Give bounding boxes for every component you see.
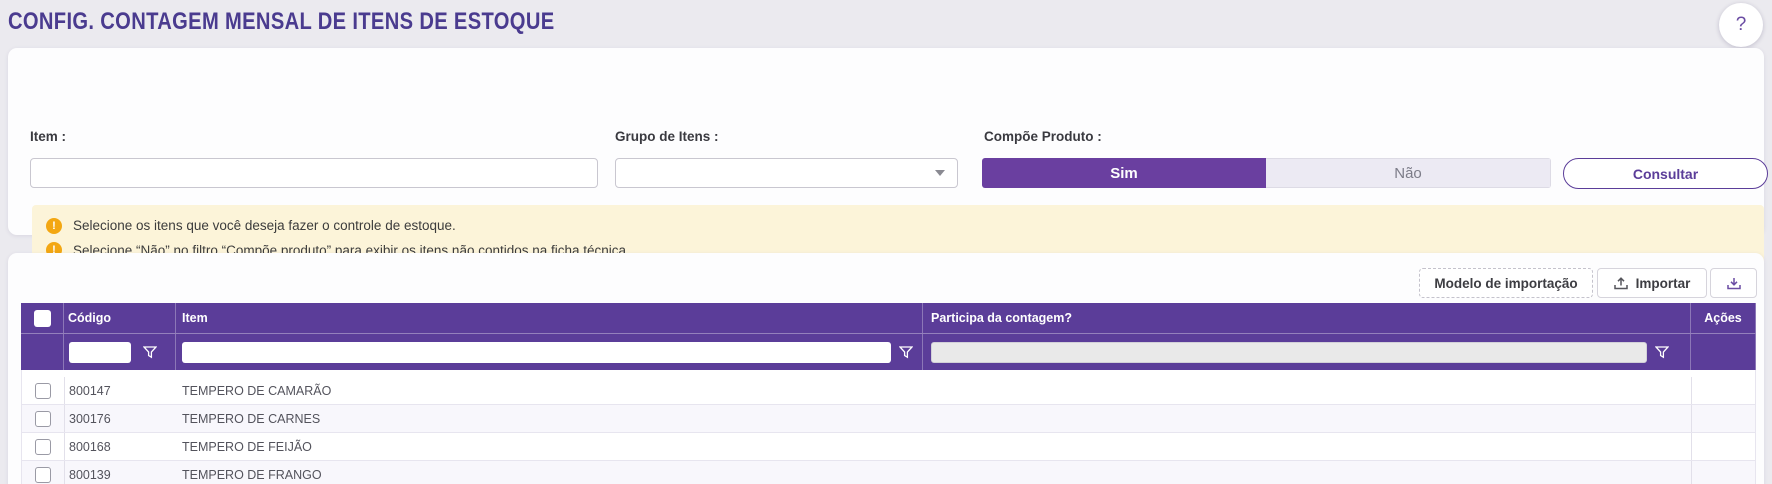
- chevron-down-icon: [935, 170, 945, 176]
- toggle-option-nao[interactable]: Não: [1266, 158, 1551, 188]
- cell-item: TEMPERO DE CARNES: [176, 405, 923, 432]
- column-header-codigo[interactable]: Código: [63, 303, 175, 333]
- table-row[interactable]: 300176 TEMPERO DE CARNES: [21, 405, 1756, 433]
- row-checkbox[interactable]: [35, 439, 51, 455]
- importar-label: Importar: [1636, 276, 1691, 291]
- help-icon: ?: [1736, 14, 1747, 36]
- cell-item: TEMPERO DE FEIJÃO: [176, 433, 923, 460]
- cell-acoes: [1691, 405, 1757, 432]
- grupo-de-itens-label: Grupo de Itens :: [615, 129, 719, 144]
- table-row[interactable]: 800147 TEMPERO DE CAMARÃO: [21, 377, 1756, 405]
- codigo-filter-input[interactable]: [69, 342, 131, 363]
- row-checkbox[interactable]: [35, 467, 51, 483]
- importar-button[interactable]: Importar: [1597, 268, 1707, 298]
- cell-codigo: 300176: [64, 405, 176, 432]
- compoe-produto-label: Compõe Produto :: [984, 129, 1102, 144]
- page-title: CONFIG. CONTAGEM MENSAL DE ITENS DE ESTO…: [8, 8, 554, 36]
- column-header-participa[interactable]: Participa da contagem?: [922, 303, 1690, 333]
- items-table: Código Item Participa da contagem? Ações: [21, 303, 1756, 484]
- cell-acoes: [1691, 377, 1757, 404]
- notice-text: Selecione os itens que você deseja fazer…: [73, 218, 456, 233]
- row-checkbox[interactable]: [35, 383, 51, 399]
- table-filter-row: [21, 333, 1756, 370]
- table-row[interactable]: 800168 TEMPERO DE FEIJÃO: [21, 433, 1756, 461]
- cell-participa: [923, 405, 1691, 432]
- cell-participa: [923, 461, 1691, 484]
- download-button[interactable]: [1710, 268, 1757, 298]
- item-filter-input[interactable]: [182, 342, 891, 363]
- cell-codigo: 800147: [64, 377, 176, 404]
- toggle-option-sim[interactable]: Sim: [982, 158, 1266, 188]
- compoe-produto-toggle: Sim Não: [982, 158, 1551, 188]
- filter-funnel-icon[interactable]: [143, 346, 158, 359]
- table-row[interactable]: 800139 TEMPERO DE FRANGO: [21, 461, 1756, 484]
- modelo-importacao-button[interactable]: Modelo de importação: [1419, 268, 1593, 298]
- cell-item: TEMPERO DE CAMARÃO: [176, 377, 923, 404]
- cell-codigo: 800139: [64, 461, 176, 484]
- row-checkbox[interactable]: [35, 411, 51, 427]
- table-spacer-row: [21, 370, 1756, 377]
- warning-icon: !: [46, 218, 62, 234]
- cell-participa: [923, 377, 1691, 404]
- cell-acoes: [1691, 433, 1757, 460]
- item-label: Item :: [30, 129, 66, 144]
- filter-funnel-icon[interactable]: [1655, 346, 1670, 359]
- notice-line: ! Selecione os itens que você deseja faz…: [32, 218, 1764, 234]
- upload-icon: [1614, 277, 1628, 290]
- cell-participa: [923, 433, 1691, 460]
- download-icon: [1727, 277, 1741, 290]
- item-input[interactable]: [30, 158, 598, 188]
- filter-panel: Item : Grupo de Itens : Compõe Produto :…: [8, 48, 1764, 235]
- page: CONFIG. CONTAGEM MENSAL DE ITENS DE ESTO…: [0, 0, 1772, 484]
- table-panel: Modelo de importação Importar Código Ite…: [8, 253, 1764, 484]
- cell-item: TEMPERO DE FRANGO: [176, 461, 923, 484]
- consultar-button[interactable]: Consultar: [1563, 158, 1768, 189]
- filter-funnel-icon[interactable]: [899, 346, 914, 359]
- table-header-row: Código Item Participa da contagem? Ações: [21, 303, 1756, 333]
- help-button[interactable]: ?: [1719, 3, 1763, 47]
- select-all-checkbox[interactable]: [34, 310, 51, 327]
- grupo-de-itens-select[interactable]: [615, 158, 958, 188]
- participa-filter-input[interactable]: [931, 342, 1647, 363]
- cell-codigo: 800168: [64, 433, 176, 460]
- column-header-acoes[interactable]: Ações: [1690, 303, 1756, 333]
- cell-acoes: [1691, 461, 1757, 484]
- column-header-item[interactable]: Item: [175, 303, 922, 333]
